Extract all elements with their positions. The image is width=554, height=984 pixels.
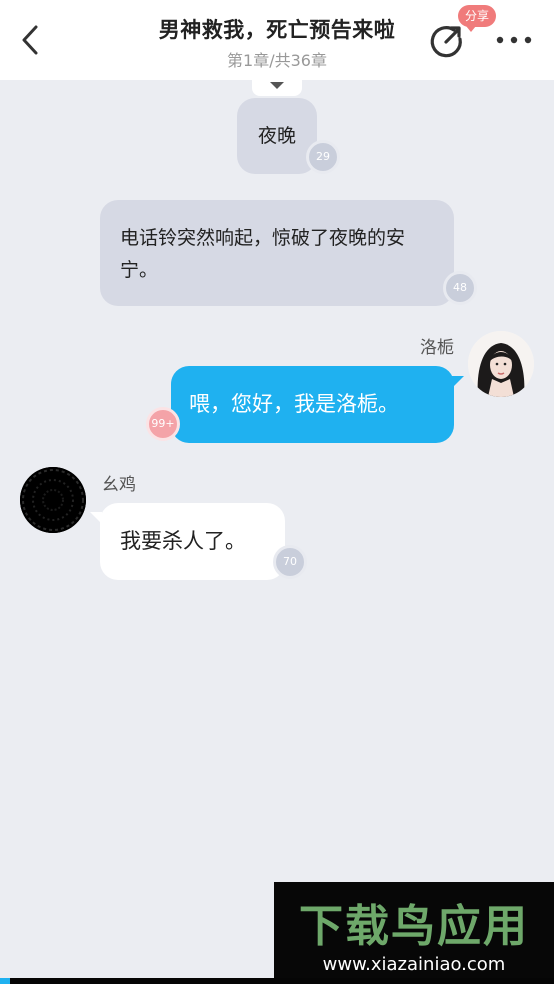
watermark-url: www.xiazainiao.com [322, 954, 506, 975]
sender-name: 幺鸡 [102, 475, 136, 495]
page-title: 男神救我，死亡预告来啦 [158, 18, 396, 42]
comment-count-badge[interactable]: 29 [306, 140, 340, 174]
share-badge[interactable]: 分享 [458, 5, 497, 32]
pull-down-tab[interactable] [252, 80, 302, 96]
avatar[interactable] [20, 467, 86, 533]
comment-count-badge[interactable]: 99+ [146, 407, 180, 441]
share-button[interactable] [428, 22, 466, 60]
chevron-left-icon [22, 25, 38, 55]
avatar-portrait-icon [468, 331, 534, 397]
message-bubble-left[interactable]: 我要杀人了。 [100, 503, 285, 580]
share-icon [430, 26, 462, 58]
more-icon [496, 36, 532, 44]
sender-name: 洛栀 [420, 338, 454, 358]
message-text: 我要杀人了。 [120, 529, 246, 553]
narration-bubble[interactable]: 夜晚 [237, 98, 317, 174]
more-button[interactable] [494, 26, 534, 54]
narration-bubble[interactable]: 电话铃突然响起，惊破了夜晚的安宁。 [100, 200, 454, 306]
bottom-progress-fill [0, 978, 10, 984]
message-text: 喂，您好，我是洛栀。 [189, 392, 399, 416]
back-button[interactable] [14, 20, 50, 60]
chapter-indicator: 第1章/共36章 [227, 51, 327, 70]
comment-count-badge[interactable]: 48 [443, 271, 477, 305]
watermark: 下载鸟应用 www.xiazainiao.com [274, 882, 554, 978]
avatar[interactable] [468, 331, 534, 397]
avatar-lace-icon [20, 467, 86, 533]
comment-count-badge[interactable]: 70 [273, 545, 307, 579]
bubble-tail [452, 376, 464, 388]
caret-down-icon [270, 82, 284, 89]
narration-text: 电话铃突然响起，惊破了夜晚的安宁。 [120, 227, 406, 281]
top-bar: 男神救我，死亡预告来啦 第1章/共36章 分享 [0, 0, 554, 80]
bottom-progress-bar [0, 978, 554, 984]
watermark-logo: 下载鸟应用 [299, 901, 529, 952]
message-bubble-right[interactable]: 喂，您好，我是洛栀。 [171, 366, 454, 443]
narration-text: 夜晚 [257, 125, 296, 147]
